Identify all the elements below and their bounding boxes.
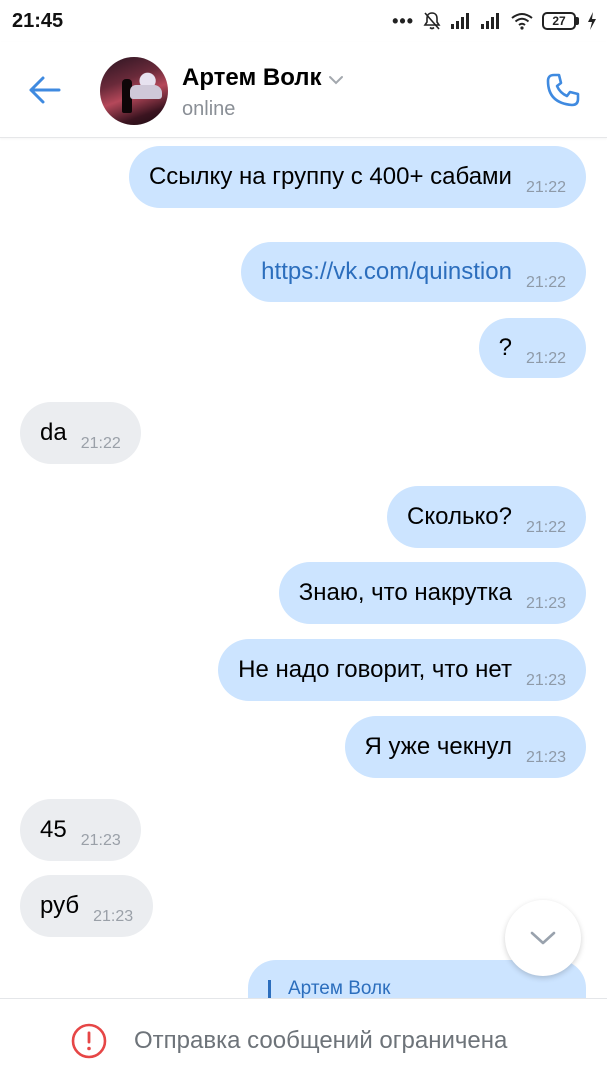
message-time: 21:23 (93, 908, 134, 925)
message-text: руб (40, 892, 80, 919)
back-button[interactable] (22, 68, 66, 112)
message-link[interactable]: https://vk.com/quinstion (261, 258, 512, 286)
contact-status: online (182, 98, 236, 120)
message-text: Знаю, что накрутка (298, 579, 512, 606)
message-text: Сколько? (407, 503, 512, 530)
message-text: da (40, 419, 67, 446)
message-time: 21:22 (80, 435, 121, 452)
charging-icon (588, 12, 596, 30)
signal-icon (451, 13, 469, 29)
message-bubble-out[interactable]: ? 21:22 (478, 318, 586, 378)
reply-bar (268, 980, 271, 998)
message-list[interactable]: Ссылку на группу с 400+ сабами 21:22 htt… (0, 138, 607, 998)
message-text: Не надо говорит, что нет (238, 656, 512, 683)
exclamation-circle-icon (71, 1023, 107, 1059)
scroll-down-button[interactable] (505, 900, 581, 976)
message-bubble-out[interactable]: Знаю, что накрутка 21:23 (278, 562, 586, 624)
contact-name-label: Артем Волк (182, 64, 322, 91)
back-arrow-icon (29, 76, 61, 104)
message-time: 21:23 (525, 595, 566, 612)
chat-header: Артем Волк online (0, 42, 607, 138)
message-time: 21:22 (525, 350, 566, 367)
battery-level: 27 (542, 12, 576, 30)
chevron-down-icon (530, 931, 556, 945)
message-text: Я уже чекнул (364, 733, 512, 760)
restriction-message: Отправка сообщений ограничена (134, 1027, 508, 1054)
status-bar: 21:45 ••• 27 (0, 0, 607, 42)
message-text: ? (498, 334, 512, 361)
message-bubble-out[interactable]: Не надо говорит, что нет 21:23 (218, 639, 586, 701)
message-time: 21:22 (525, 519, 566, 536)
message-bubble-in[interactable]: 45 21:23 (20, 799, 141, 861)
phone-icon (546, 73, 580, 107)
battery-icon: 27 (542, 12, 579, 30)
message-time: 21:22 (525, 179, 566, 196)
signal-icon (481, 13, 499, 29)
status-time: 21:45 (12, 10, 64, 32)
composer-restricted-bar: Отправка сообщений ограничена (0, 998, 607, 1080)
wifi-icon (511, 13, 533, 30)
message-bubble-out[interactable]: Ссылку на группу с 400+ сабами 21:22 (128, 146, 586, 208)
message-bubble-out[interactable]: https://vk.com/quinstion 21:22 (241, 242, 586, 302)
call-button[interactable] (541, 68, 585, 112)
contact-name[interactable]: Артем Волк (182, 64, 344, 92)
bell-muted-icon (423, 12, 441, 30)
message-time: 21:23 (525, 749, 566, 766)
message-bubble-in[interactable]: da 21:22 (20, 402, 141, 464)
status-icons: ••• 27 (392, 10, 597, 32)
message-bubble-in[interactable]: руб 21:23 (20, 875, 154, 937)
chevron-down-icon (328, 76, 343, 85)
message-bubble-out[interactable]: Сколько? 21:22 (387, 486, 586, 548)
avatar[interactable] (100, 57, 168, 125)
message-time: 21:23 (80, 832, 121, 849)
message-text: Ссылку на группу с 400+ сабами (148, 163, 512, 190)
reply-author: Артем Волк (288, 978, 391, 998)
message-time: 21:23 (525, 672, 566, 689)
message-bubble-out[interactable]: Я уже чекнул 21:23 (344, 716, 586, 778)
dots-indicator: ••• (392, 11, 414, 31)
message-time: 21:22 (525, 274, 566, 291)
message-text: 45 (40, 816, 67, 843)
